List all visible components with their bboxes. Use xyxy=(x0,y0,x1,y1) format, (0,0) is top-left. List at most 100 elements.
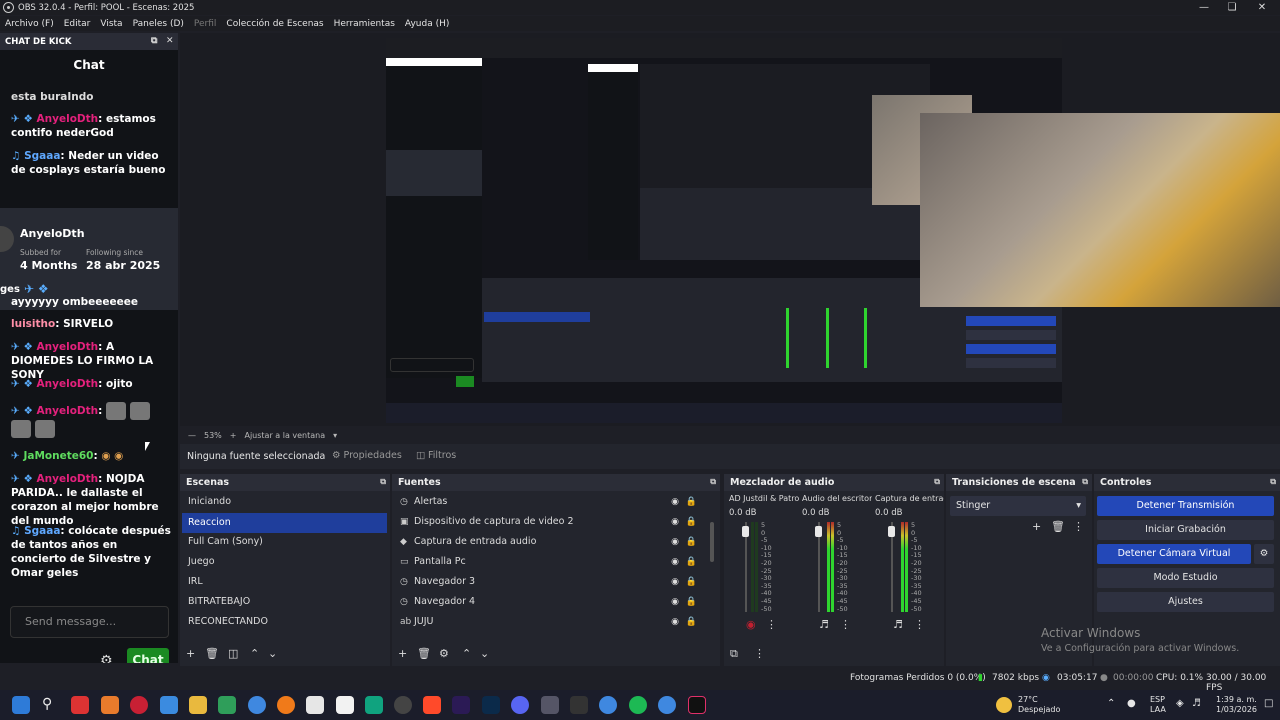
muted-speaker-icon[interactable]: ◉ xyxy=(746,618,756,631)
source-item[interactable]: ◷ Alertas ◉ 🔒 xyxy=(394,492,697,512)
chrome-icon[interactable] xyxy=(658,696,676,714)
lock-icon[interactable]: 🔒 xyxy=(686,512,697,532)
scene-item[interactable]: IRL xyxy=(182,572,387,592)
undock-icon[interactable]: ⧉ xyxy=(380,477,386,487)
volume-icon[interactable]: ♬ xyxy=(1192,699,1201,709)
more-options-icon[interactable]: ⋮ xyxy=(914,618,925,631)
obs-icon[interactable] xyxy=(394,696,412,714)
float-icon[interactable]: ⧉ xyxy=(151,36,157,46)
language-2[interactable]: LAA xyxy=(1150,705,1166,715)
settings-button[interactable]: Ajustes xyxy=(1097,592,1274,612)
menu-perfil[interactable]: Perfil xyxy=(189,19,222,29)
more-options-icon[interactable]: ⋮ xyxy=(754,647,765,660)
language-1[interactable]: ESP xyxy=(1150,695,1165,705)
menu-vista[interactable]: Vista xyxy=(95,19,127,29)
microphone-icon[interactable]: ● xyxy=(1127,699,1136,709)
undock-icon[interactable]: ⧉ xyxy=(934,477,940,487)
photoshop-icon[interactable] xyxy=(482,696,500,714)
undock-icon[interactable]: ⧉ xyxy=(1082,477,1088,487)
mixer-link-icon[interactable]: ⧉ xyxy=(730,647,738,661)
speaker-icon[interactable]: ♬ xyxy=(819,618,829,631)
file-icon[interactable] xyxy=(306,696,324,714)
fader-knob[interactable] xyxy=(742,526,749,537)
virtual-camera-gear-icon[interactable]: ⚙ xyxy=(1254,544,1274,564)
chat-username[interactable]: AnyeloDth xyxy=(37,113,99,125)
chat-send-input[interactable]: Send message... xyxy=(10,606,169,638)
speaker-icon[interactable]: ♬ xyxy=(893,618,903,631)
chat-username[interactable]: Sgaaa xyxy=(24,150,60,162)
tray-chevron-icon[interactable]: ⌃ xyxy=(1107,699,1115,709)
menu-editar[interactable]: Editar xyxy=(59,19,96,29)
menu-ayuda[interactable]: Ayuda (H) xyxy=(400,19,454,29)
chrome-icon[interactable] xyxy=(599,696,617,714)
visibility-eye-icon[interactable]: ◉ xyxy=(671,552,679,572)
premiere-icon[interactable] xyxy=(452,696,470,714)
illustrator-icon[interactable] xyxy=(423,696,441,714)
more-options-icon[interactable]: ⋮ xyxy=(840,618,851,631)
source-item[interactable]: ab JUJU ◉ 🔒 xyxy=(394,612,697,632)
source-item[interactable]: ▣ Dispositivo de captura de video 2 ◉ 🔒 xyxy=(394,512,697,532)
clock-time[interactable]: 1:39 a. m. xyxy=(1216,695,1257,705)
source-item[interactable]: ◷ Navegador 4 ◉ 🔒 xyxy=(394,592,697,612)
lock-icon[interactable]: 🔒 xyxy=(686,572,697,592)
source-item[interactable]: ◆ Captura de entrada audio ◉ 🔒 xyxy=(394,532,697,552)
source-settings-gear-icon[interactable]: ⚙ xyxy=(439,647,449,660)
scene-filters-icon[interactable]: ◫ xyxy=(228,647,238,660)
tiktok-icon[interactable] xyxy=(688,696,706,714)
maximize-icon[interactable]: ❏ xyxy=(1218,0,1246,15)
opera-icon[interactable] xyxy=(130,696,148,714)
visibility-eye-icon[interactable]: ◉ xyxy=(671,512,679,532)
app-icon[interactable] xyxy=(71,696,89,714)
scene-item-selected[interactable]: Reaccion xyxy=(182,513,387,533)
dock-close-icon[interactable]: ✕ xyxy=(166,36,174,46)
add-scene-icon[interactable]: + xyxy=(186,647,195,660)
properties-button[interactable]: ⚙ Propiedades xyxy=(332,450,402,461)
discord-icon[interactable] xyxy=(511,696,529,714)
menu-archivo[interactable]: Archivo (F) xyxy=(0,19,59,29)
undock-icon[interactable]: ⧉ xyxy=(710,477,716,487)
move-up-icon[interactable]: ⌃ xyxy=(462,647,471,660)
clock-date[interactable]: 1/03/2026 xyxy=(1216,705,1257,715)
notifications-icon[interactable]: □ xyxy=(1264,699,1273,709)
move-down-icon[interactable]: ⌄ xyxy=(268,647,277,660)
scene-item[interactable]: BITRATEBAJO xyxy=(182,592,387,612)
scene-item[interactable]: Iniciando xyxy=(182,492,387,512)
file-icon[interactable] xyxy=(336,696,354,714)
app-icon[interactable] xyxy=(101,696,119,714)
remove-scene-icon[interactable]: 🗑 xyxy=(205,647,219,660)
chat-settings-gear-icon[interactable]: ⚙ xyxy=(100,653,113,663)
move-up-icon[interactable]: ⌃ xyxy=(250,647,259,660)
app-icon[interactable] xyxy=(541,696,559,714)
chrome-icon[interactable] xyxy=(248,696,266,714)
zoom-fit[interactable]: Ajustar a la ventana xyxy=(244,431,325,440)
search-icon[interactable]: ⚲ xyxy=(42,696,60,714)
remove-source-icon[interactable]: 🗑 xyxy=(417,647,431,660)
stop-virtual-camera-button[interactable]: Detener Cámara Virtual xyxy=(1097,544,1251,564)
menu-herramientas[interactable]: Herramientas xyxy=(329,19,400,29)
spotify-icon[interactable] xyxy=(629,696,647,714)
lock-icon[interactable]: 🔒 xyxy=(686,552,697,572)
lock-icon[interactable]: 🔒 xyxy=(686,612,697,632)
chat-send-button[interactable]: Chat xyxy=(127,648,169,663)
remove-transition-icon[interactable]: 🗑 xyxy=(1051,520,1065,533)
weather-moon-icon[interactable] xyxy=(996,697,1012,713)
wifi-icon[interactable]: ◈ xyxy=(1176,699,1184,709)
visibility-eye-icon[interactable]: ◉ xyxy=(671,492,679,512)
start-recording-button[interactable]: Iniciar Grabación xyxy=(1097,520,1274,540)
store-icon[interactable] xyxy=(160,696,178,714)
visibility-eye-icon[interactable]: ◉ xyxy=(671,532,679,552)
add-source-icon[interactable]: + xyxy=(398,647,407,660)
transition-select[interactable]: Stinger ▾ xyxy=(950,496,1086,516)
lock-icon[interactable]: 🔒 xyxy=(686,532,697,552)
chevron-down-icon[interactable]: ▾ xyxy=(333,431,337,440)
firefox-icon[interactable] xyxy=(277,696,295,714)
scrollbar[interactable] xyxy=(710,522,714,562)
scene-item[interactable]: Juego xyxy=(182,552,387,572)
scene-item[interactable]: Full Cam (Sony) xyxy=(182,532,387,552)
start-icon[interactable] xyxy=(12,696,30,714)
source-item[interactable]: ◷ Navegador 3 ◉ 🔒 xyxy=(394,572,697,592)
zoom-in-icon[interactable]: + xyxy=(230,431,237,440)
lock-icon[interactable]: 🔒 xyxy=(686,592,697,612)
visibility-eye-icon[interactable]: ◉ xyxy=(671,592,679,612)
undock-icon[interactable]: ⧉ xyxy=(1270,477,1276,487)
